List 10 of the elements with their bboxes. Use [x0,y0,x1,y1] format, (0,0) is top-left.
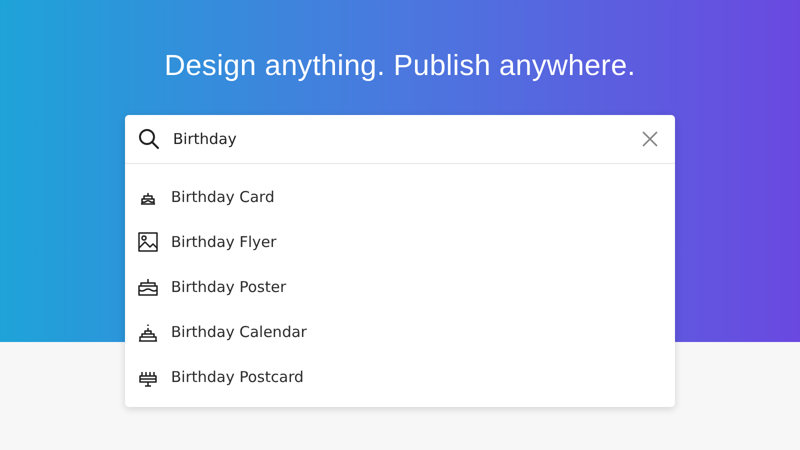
suggestion-item[interactable]: Birthday Card [125,174,675,219]
headline: Design anything. Publish anywhere. [164,50,636,83]
suggestion-item[interactable]: Birthday Calendar [125,309,675,354]
suggestion-item[interactable]: Birthday Postcard [125,354,675,399]
search-icon [137,127,161,151]
suggestion-item[interactable]: Birthday Flyer [125,219,675,264]
search-field[interactable]: Birthday [173,130,625,148]
suggestion-item[interactable]: Birthday Poster [125,264,675,309]
close-icon [641,130,659,148]
image-icon [137,230,159,252]
